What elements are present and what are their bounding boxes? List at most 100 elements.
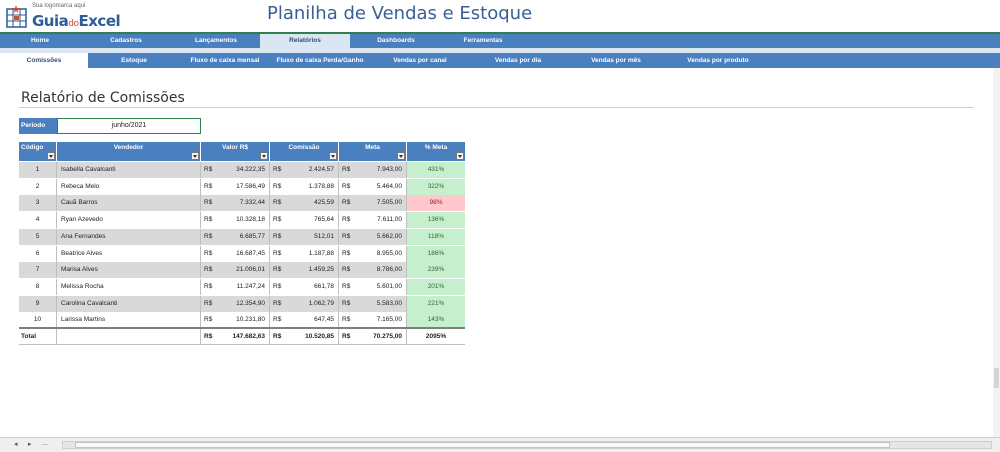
table-row: 7 Marisa Alves R$ 21.006,01 R$ 1.459,25 R$ 8.78… [19,262,465,279]
nav-dashboards[interactable]: Dashboards [350,34,442,48]
cell-value: 17.586,49 [201,178,270,195]
cell-seller: Ryan Azevedo [57,212,201,229]
cell-pct-meta: 118% [407,228,465,245]
col-header-valor: Valor R$ [201,142,270,161]
tab-vendas-mes[interactable]: Vendas por mês [566,53,666,68]
cell-code: 1 [19,162,57,178]
col-header-codigo: Código [19,142,57,161]
cell-goal: 7.943,00 [339,162,407,178]
table-row: 4 Ryan Azevedo R$ 10.328,18 R$ 765,64 R$ 7.611,… [19,212,465,229]
cell-code: 5 [19,228,57,245]
app-header: Sua logomarca aqui GuiadoExcel Planilha … [0,0,1000,33]
filter-dropdown-icon[interactable] [260,152,268,160]
table-row: 6 Beatrice Alves R$ 16.687,45 R$ 1.187,88 R$ 8.… [19,245,465,262]
main-nav: Home Cadastros Lançamentos Relatórios Da… [0,34,1000,48]
horizontal-scroll-thumb[interactable] [75,442,890,448]
col-header-vendedor-label: Vendedor [113,144,144,151]
tab-vendas-canal[interactable]: Vendas por canal [370,53,470,68]
cell-seller: Marisa Alves [57,262,201,279]
cell-pct-meta: 186% [407,245,465,262]
cell-commission: 512,01 [270,228,339,245]
page-title: Relatório de Comissões [21,90,185,106]
cell-goal: 5.583,00 [339,295,407,312]
cell-value: 10.231,80 [201,312,270,329]
logo: Sua logomarca aqui GuiadoExcel [6,3,126,31]
cell-commission: 1.459,25 [270,262,339,279]
cell-code: 8 [19,278,57,295]
cell-code: 4 [19,212,57,229]
total-empty [57,329,201,345]
nav-relatorios[interactable]: Relatórios [260,34,350,48]
filter-dropdown-icon[interactable] [191,152,199,160]
tab-vendas-produto[interactable]: Vendas por produto [666,53,770,68]
vertical-scroll-thumb[interactable] [994,368,999,388]
table-row: 10 Larissa Martins R$ 10.231,80 R$ 647,45 R$ 7.… [19,312,465,329]
cell-value: 7.332,44 [201,195,270,212]
total-row: Total R$ 147.682,63 R$ 10.520,85 R$ 70.2… [19,329,465,345]
col-header-meta: Meta [339,142,407,161]
cell-seller: Melissa Rocha [57,278,201,295]
cell-seller: Ana Fernandes [57,228,201,245]
cell-pct-meta: 431% [407,162,465,178]
cell-code: 2 [19,178,57,195]
table-row: 3 Cauã Barros R$ 7.332,44 R$ 425,59 R$ 7.505,00… [19,195,465,212]
vertical-scrollbar[interactable] [993,68,1000,437]
cell-commission: 425,59 [270,195,339,212]
cell-pct-meta: 221% [407,295,465,312]
cell-commission: 1.378,88 [270,178,339,195]
nav-lancamentos[interactable]: Lançamentos [172,34,260,48]
cell-code: 9 [19,295,57,312]
sheet-next-icon[interactable]: ▸ [28,440,32,448]
tab-comissoes[interactable]: Comissões [0,53,88,68]
logo-grid-icon [6,5,27,28]
logo-guia: Guia [32,12,69,30]
cell-seller: Beatrice Alves [57,245,201,262]
cell-commission: 765,64 [270,212,339,229]
total-goal: 70.275,00 [339,329,407,345]
tab-vendas-dia[interactable]: Vendas por dia [470,53,566,68]
logo-do: do [68,19,79,29]
logo-wordmark: GuiadoExcel [32,12,121,30]
nav-cadastros[interactable]: Cadastros [80,34,172,48]
sub-nav: Comissões Estoque Fluxo de caixa mensal … [0,53,1000,68]
tab-fluxo-caixa-perda-ganho[interactable]: Fluxo de caixa Perda/Ganho [270,53,370,68]
sheet-more-button[interactable]: ... [42,440,48,447]
cell-value: 16.687,45 [201,245,270,262]
cell-pct-meta: 98% [407,195,465,212]
cell-goal: 8.955,00 [339,245,407,262]
sheet-bar: ◂ ▸ ... [0,437,1000,452]
cell-value: 21.006,01 [201,262,270,279]
tab-estoque[interactable]: Estoque [88,53,180,68]
nav-ferramentas[interactable]: Ferramentas [442,34,524,48]
col-header-meta-label: Meta [365,144,380,151]
filter-dropdown-icon[interactable] [397,152,405,160]
cell-commission: 647,45 [270,312,339,329]
filter-dropdown-icon[interactable] [329,152,337,160]
col-header-comissao-label: Comissão [288,144,320,151]
col-header-comissao: Comissão [270,142,339,161]
cell-commission: 661,78 [270,278,339,295]
col-header-vendedor: Vendedor [57,142,201,161]
table-row: 5 Ana Fernandes R$ 6.685,77 R$ 512,01 R$ 5.662,… [19,228,465,245]
cell-value: 10.328,18 [201,212,270,229]
period-field[interactable]: junho/2021 [57,118,201,134]
app-title: Planilha de Vendas e Estoque [267,3,533,24]
col-header-pct-meta-label: % Meta [424,144,448,151]
cell-value: 34.222,35 [201,162,270,178]
filter-dropdown-icon[interactable] [456,152,464,160]
sheet-prev-icon[interactable]: ◂ [14,440,18,448]
cell-value: 11.247,24 [201,278,270,295]
nav-home[interactable]: Home [0,34,80,48]
total-commission: 10.520,85 [270,329,339,345]
tab-fluxo-caixa-mensal[interactable]: Fluxo de caixa mensal [180,53,270,68]
cell-goal: 7.611,00 [339,212,407,229]
filter-dropdown-icon[interactable] [47,152,55,160]
col-header-pct-meta: % Meta [407,142,465,161]
cell-commission: 1.187,88 [270,245,339,262]
total-pct: 2095% [425,333,447,340]
cell-commission: 1.062,79 [270,295,339,312]
title-underline [19,107,974,108]
horizontal-scrollbar[interactable] [62,441,992,449]
cell-seller: Larissa Martins [57,312,201,329]
cell-value: 6.685,77 [201,228,270,245]
